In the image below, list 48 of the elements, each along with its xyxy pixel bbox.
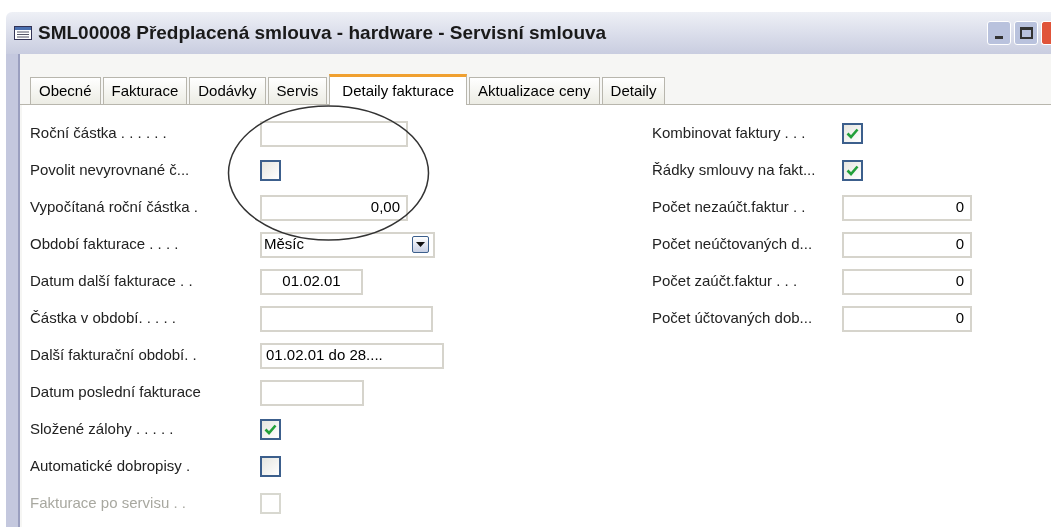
tab[interactable]: Obecné (30, 77, 101, 104)
input-field[interactable]: 0,00 (260, 194, 408, 221)
field-label: Automatické dobropisy . (30, 456, 192, 477)
window-icon (14, 26, 32, 40)
tab[interactable]: Detaily (601, 77, 666, 104)
input-field[interactable] (260, 120, 408, 147)
field-label: Datum další fakturace . . (30, 271, 194, 292)
checkbox[interactable] (260, 160, 281, 181)
input-field[interactable]: 0 (842, 231, 972, 258)
checkbox[interactable] (842, 123, 863, 144)
input-field[interactable]: 01.02.01 (260, 268, 363, 295)
field-label: Řádky smlouvy na fakt... (652, 160, 817, 181)
check-icon (846, 165, 859, 176)
field-label: Další fakturační období. . (30, 345, 198, 366)
tab[interactable]: Aktualizace ceny (469, 77, 600, 104)
input-field[interactable]: 0 (842, 305, 972, 332)
tab[interactable]: Detaily fakturace (329, 74, 467, 105)
minimize-button[interactable] (987, 21, 1011, 45)
input-field[interactable] (260, 305, 433, 332)
field-label: Datum poslední fakturace (30, 382, 202, 403)
input-field[interactable]: 0 (842, 268, 972, 295)
field-label: Počet nezaúčt.faktur . . (652, 197, 807, 218)
field-label: Vypočítaná roční částka . (30, 197, 199, 218)
field-label: Povolit nevyrovnané č... (30, 160, 191, 181)
input-field[interactable]: 0 (842, 194, 972, 221)
input-field[interactable] (260, 379, 364, 406)
field-label: Částka v období. . . . . (30, 308, 177, 329)
maximize-button[interactable] (1014, 21, 1038, 45)
field-label: Složené zálohy . . . . . (30, 419, 175, 440)
tab[interactable]: Servis (267, 77, 328, 104)
checkbox[interactable] (260, 419, 281, 440)
field-label: Počet účtovaných dob... (652, 308, 814, 329)
check-icon (264, 424, 277, 435)
field-label: Počet neúčtovaných d... (652, 234, 814, 255)
field-label: Kombinovat faktury . . . (652, 123, 807, 144)
check-icon (846, 128, 859, 139)
window-title: SML00008 Předplacená smlouva - hardware - Servisní smlouva (38, 20, 607, 45)
field-label: Období fakturace . . . . (30, 234, 180, 255)
field-label: Roční částka . . . . . . (30, 123, 168, 144)
checkbox[interactable] (260, 456, 281, 477)
tab[interactable]: Dodávky (189, 77, 266, 104)
dropdown[interactable]: Měsíc (260, 231, 435, 258)
field-label: Počet zaúčt.faktur . . . (652, 271, 799, 292)
close-button[interactable] (1041, 21, 1051, 45)
field-label: Fakturace po servisu . . (30, 493, 187, 514)
tab[interactable]: Fakturace (102, 77, 188, 104)
checkbox[interactable] (842, 160, 863, 181)
input-field[interactable]: 01.02.01 do 28.... (260, 342, 444, 369)
